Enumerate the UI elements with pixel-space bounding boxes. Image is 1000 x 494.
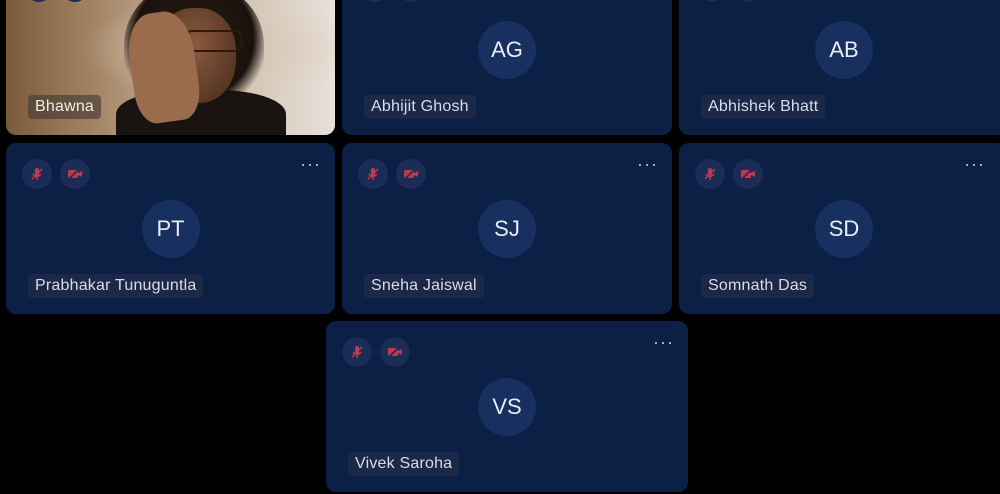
participant-name: Bhawna (28, 95, 102, 119)
participant-name: Abhijit Ghosh (364, 95, 476, 119)
more-options-icon[interactable]: ··· (300, 155, 321, 173)
participant-name: Somnath Das (701, 274, 815, 298)
camera-off-icon[interactable] (380, 337, 410, 367)
participant-name: Sneha Jaiswal (364, 274, 484, 298)
mic-off-icon[interactable] (358, 159, 388, 189)
mic-off-icon[interactable] (699, 0, 725, 2)
mic-off-icon[interactable] (362, 0, 388, 2)
avatar: SD (815, 200, 873, 258)
mic-off-icon[interactable] (26, 0, 52, 2)
participant-tile-video[interactable]: Bhawna (6, 0, 335, 135)
mic-off-icon[interactable] (342, 337, 372, 367)
participant-tile[interactable]: AB Abhishek Bhatt (679, 0, 1000, 135)
participant-name: Vivek Saroha (348, 452, 460, 476)
participant-name: Prabhakar Tunuguntla (28, 274, 204, 298)
participant-tile[interactable]: ··· SJ Sneha Jaiswal (342, 143, 672, 314)
participant-name: Abhishek Bhatt (701, 95, 826, 119)
participant-tile[interactable]: ··· VS Vivek Saroha (326, 321, 688, 492)
camera-off-icon[interactable] (735, 0, 761, 2)
camera-off-icon[interactable] (60, 159, 90, 189)
camera-off-icon[interactable] (62, 0, 88, 2)
camera-off-icon[interactable] (396, 159, 426, 189)
avatar: SJ (478, 200, 536, 258)
participant-tile[interactable]: AG Abhijit Ghosh (342, 0, 672, 135)
more-options-icon[interactable]: ··· (637, 155, 658, 173)
camera-off-icon[interactable] (733, 159, 763, 189)
avatar: PT (141, 200, 200, 258)
more-options-icon[interactable]: ··· (653, 333, 674, 351)
participant-tile[interactable]: ··· PT Prabhakar Tunuguntla (6, 143, 335, 314)
avatar: VS (478, 378, 536, 436)
mic-off-icon[interactable] (22, 159, 52, 189)
camera-off-icon[interactable] (398, 0, 424, 2)
participant-tile[interactable]: ··· SD Somnath Das (679, 143, 1000, 314)
more-options-icon[interactable]: ··· (964, 155, 985, 173)
mic-off-icon[interactable] (695, 159, 725, 189)
avatar: AB (815, 21, 873, 79)
avatar: AG (478, 21, 536, 79)
